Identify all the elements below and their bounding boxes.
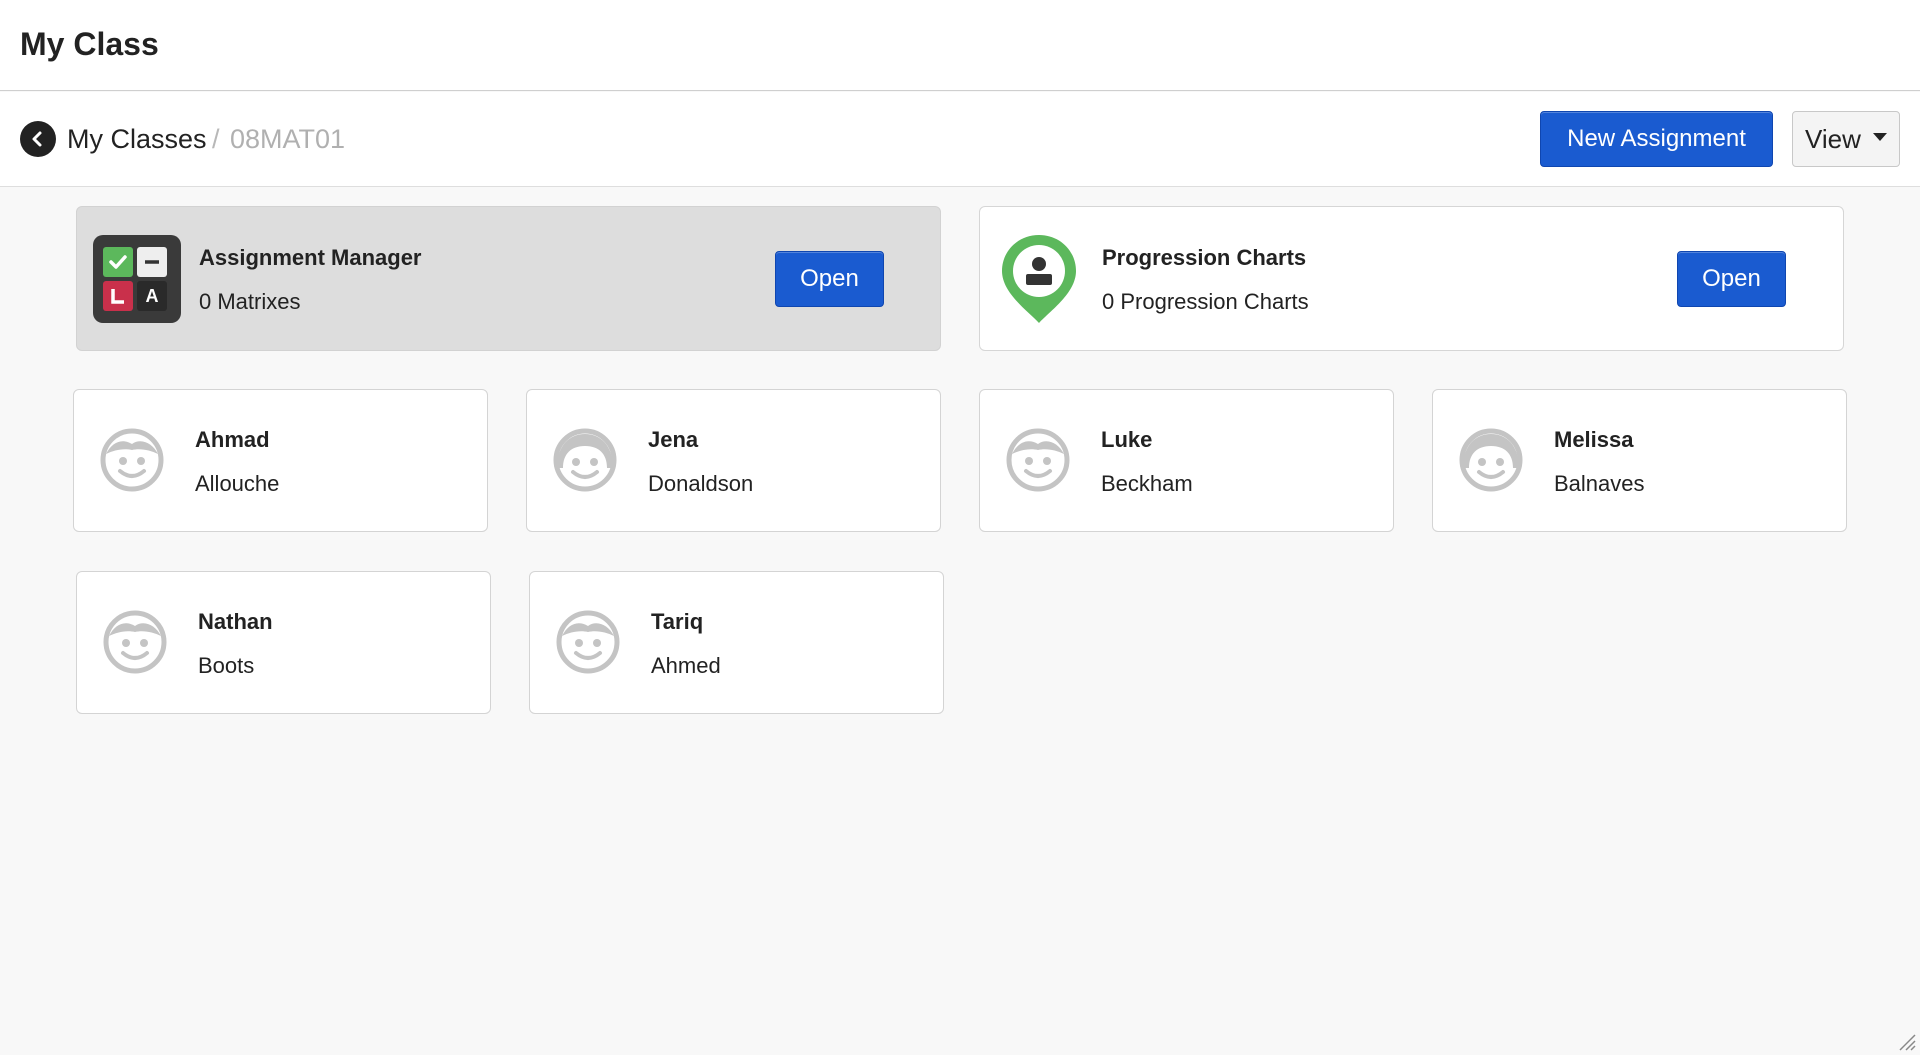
- breadcrumb-my-classes[interactable]: My Classes: [67, 122, 207, 156]
- new-assignment-button[interactable]: New Assignment: [1540, 111, 1773, 167]
- student-face-icon: [556, 610, 620, 674]
- open-progression-charts-button[interactable]: Open: [1677, 251, 1786, 307]
- student-first-name: Melissa: [1554, 427, 1634, 452]
- page-title: My Class: [20, 26, 159, 62]
- student-last-name: Balnaves: [1554, 471, 1645, 496]
- student-first-name: Jena: [648, 427, 699, 452]
- assignment-manager-count: 0 Matrixes: [199, 289, 301, 314]
- student-card[interactable]: Ahmad Allouche: [73, 389, 488, 532]
- student-last-name: Ahmed: [651, 653, 721, 678]
- student-first-name: Luke: [1101, 427, 1153, 452]
- student-face-icon: [1006, 428, 1070, 492]
- check-icon: [103, 247, 133, 277]
- view-dropdown-label: View: [1805, 124, 1861, 154]
- student-first-name: Ahmad: [195, 427, 270, 452]
- l-shape-icon: [103, 281, 133, 311]
- map-pin-person-icon: [1002, 235, 1076, 323]
- assignment-manager-title: Assignment Manager: [199, 245, 422, 270]
- student-face-icon: [103, 610, 167, 674]
- letter-a-icon: A: [137, 281, 167, 311]
- progression-charts-card: Progression Charts 0 Progression Charts …: [979, 206, 1844, 351]
- resize-grip-icon[interactable]: [1896, 1031, 1916, 1051]
- student-card[interactable]: Melissa Balnaves: [1432, 389, 1847, 532]
- assignment-manager-card: A Assignment Manager 0 Matrixes Open: [76, 206, 941, 351]
- student-face-icon: [553, 428, 617, 492]
- view-dropdown[interactable]: View: [1792, 111, 1900, 167]
- student-first-name: Tariq: [651, 609, 704, 634]
- back-arrow-icon[interactable]: [20, 121, 56, 157]
- assignment-manager-icon: A: [93, 235, 181, 323]
- student-card[interactable]: Nathan Boots: [76, 571, 491, 714]
- student-card[interactable]: Tariq Ahmed: [529, 571, 944, 714]
- student-first-name: Nathan: [198, 609, 273, 634]
- breadcrumb-separator: /: [212, 124, 220, 154]
- student-last-name: Allouche: [195, 471, 280, 496]
- student-face-icon: [100, 428, 164, 492]
- minus-icon: [137, 247, 167, 277]
- student-last-name: Beckham: [1101, 471, 1193, 496]
- caret-down-icon: [1873, 133, 1887, 141]
- progression-charts-title: Progression Charts: [1102, 245, 1307, 270]
- student-card[interactable]: Luke Beckham: [979, 389, 1394, 532]
- student-last-name: Boots: [198, 653, 255, 678]
- progression-charts-count: 0 Progression Charts: [1102, 289, 1309, 314]
- breadcrumb-current-class: 08MAT01: [230, 124, 346, 154]
- open-assignment-manager-button[interactable]: Open: [775, 251, 884, 307]
- student-card[interactable]: Jena Donaldson: [526, 389, 941, 532]
- title-bar: My Class: [0, 0, 1920, 91]
- student-last-name: Donaldson: [648, 471, 754, 496]
- student-face-icon: [1459, 428, 1523, 492]
